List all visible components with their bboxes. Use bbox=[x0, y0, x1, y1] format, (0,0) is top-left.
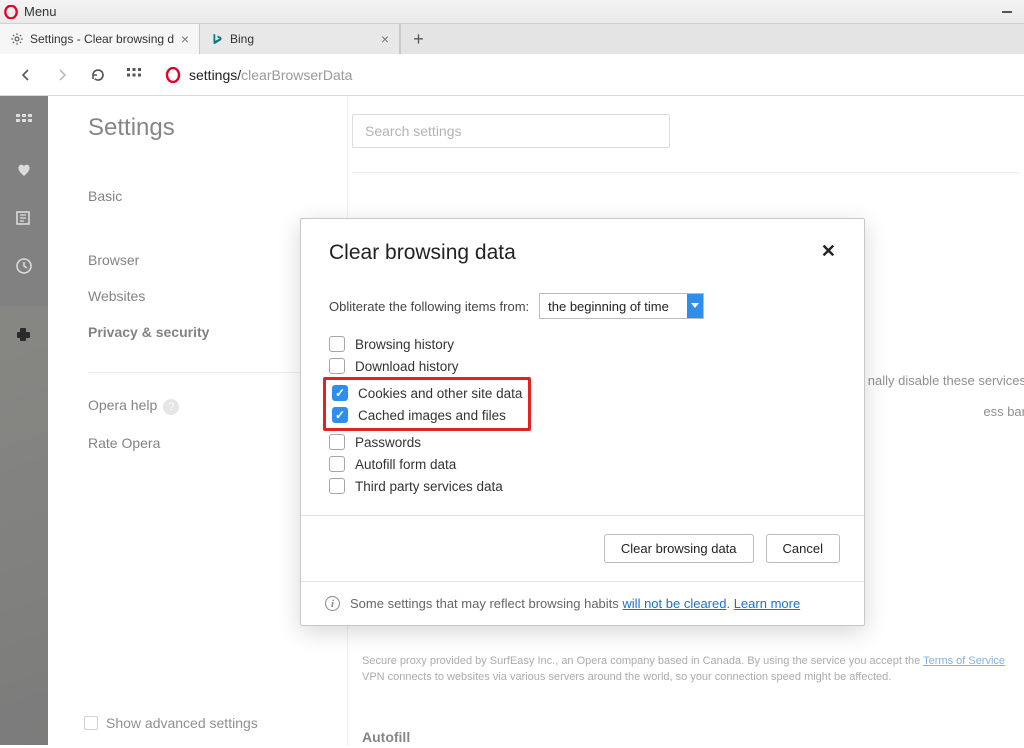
address-text: settings/clearBrowserData bbox=[189, 67, 352, 83]
sidebar-item-browser[interactable]: Browser bbox=[88, 242, 323, 278]
clear-item-label: Cookies and other site data bbox=[358, 386, 522, 401]
clear-item-row[interactable]: Autofill form data bbox=[329, 453, 836, 475]
checkbox[interactable] bbox=[329, 478, 345, 494]
window-minimize-icon[interactable] bbox=[996, 3, 1018, 21]
tab-title: Settings - Clear browsing d bbox=[30, 32, 175, 46]
menu-button[interactable]: Menu bbox=[4, 4, 57, 19]
close-icon[interactable]: × bbox=[181, 31, 189, 47]
back-button[interactable] bbox=[14, 63, 38, 87]
time-range-select[interactable]: the beginning of time bbox=[539, 293, 704, 319]
cancel-button[interactable]: Cancel bbox=[766, 534, 840, 563]
clear-browsing-data-dialog: Clear browsing data ✕ Obliterate the fol… bbox=[300, 218, 865, 626]
sidebar-item-rate[interactable]: Rate Opera bbox=[88, 425, 323, 461]
clear-item-label: Browsing history bbox=[355, 337, 454, 352]
clear-item-row[interactable]: Passwords bbox=[329, 431, 836, 453]
checkbox[interactable] bbox=[329, 358, 345, 374]
terms-of-service-link[interactable]: Terms of Service bbox=[923, 655, 1005, 667]
tab-title: Bing bbox=[230, 32, 375, 46]
speeddial-button[interactable] bbox=[122, 63, 146, 87]
search-settings-input[interactable] bbox=[352, 114, 670, 148]
help-icon: ? bbox=[163, 399, 179, 415]
obliterate-label: Obliterate the following items from: bbox=[329, 299, 529, 314]
new-tab-button[interactable]: + bbox=[400, 24, 436, 54]
show-advanced-settings[interactable]: Show advanced settings bbox=[84, 715, 258, 731]
nav-toolbar: settings/clearBrowserData bbox=[0, 54, 1024, 96]
close-icon[interactable]: ✕ bbox=[821, 241, 836, 262]
sidebar-item-privacy[interactable]: Privacy & security bbox=[88, 314, 323, 350]
clear-item-row[interactable]: ✓ Cached images and files bbox=[332, 404, 522, 426]
vpn-note: Secure proxy provided by SurfEasy Inc., … bbox=[362, 655, 923, 667]
sidebar-item-basic[interactable]: Basic bbox=[88, 178, 323, 214]
clear-item-label: Autofill form data bbox=[355, 457, 456, 472]
sidebar-item-help[interactable]: Opera help? bbox=[88, 387, 323, 425]
extensions-icon[interactable] bbox=[14, 324, 34, 344]
chevron-down-icon bbox=[687, 294, 703, 318]
history-icon[interactable] bbox=[14, 256, 34, 276]
info-icon: i bbox=[325, 596, 340, 611]
menu-label: Menu bbox=[24, 4, 57, 19]
gear-icon bbox=[10, 32, 24, 46]
vpn-note: VPN connects to websites via various ser… bbox=[362, 671, 891, 683]
close-icon[interactable]: × bbox=[381, 31, 389, 47]
checkbox[interactable] bbox=[329, 456, 345, 472]
clear-item-row[interactable]: Download history bbox=[329, 355, 836, 377]
footer-note: Some settings that may reflect browsing … bbox=[350, 596, 800, 611]
tabstrip: Settings - Clear browsing d × Bing × + bbox=[0, 24, 1024, 54]
menubar: Menu bbox=[0, 0, 1024, 24]
clear-item-label: Passwords bbox=[355, 435, 421, 450]
bing-icon bbox=[210, 32, 224, 46]
checkbox[interactable]: ✓ bbox=[332, 407, 348, 423]
news-icon[interactable] bbox=[14, 208, 34, 228]
time-range-value: the beginning of time bbox=[548, 299, 669, 314]
clear-item-row[interactable]: Browsing history bbox=[329, 333, 836, 355]
clear-item-row[interactable]: ✓ Cookies and other site data bbox=[332, 382, 522, 404]
clear-item-label: Download history bbox=[355, 359, 459, 374]
learn-more-link[interactable]: Learn more bbox=[734, 596, 800, 611]
checkbox[interactable] bbox=[329, 434, 345, 450]
clear-item-label: Third party services data bbox=[355, 479, 503, 494]
speeddial-grid-icon[interactable] bbox=[14, 112, 34, 132]
opera-logo-icon bbox=[165, 67, 181, 83]
checkbox-icon[interactable] bbox=[84, 716, 98, 730]
heart-icon[interactable] bbox=[14, 160, 34, 180]
clear-item-label: Cached images and files bbox=[358, 408, 506, 423]
content-area: Settings Basic Browser Websites Privacy … bbox=[0, 96, 1024, 745]
clear-data-items: Browsing history Download history ✓ Cookies… bbox=[329, 333, 836, 497]
highlighted-items-box: ✓ Cookies and other site data ✓ Cached imag… bbox=[323, 377, 531, 431]
show-advanced-label: Show advanced settings bbox=[106, 715, 258, 731]
sidebar-item-websites[interactable]: Websites bbox=[88, 278, 323, 314]
tab-bing[interactable]: Bing × bbox=[200, 24, 400, 54]
will-not-be-cleared-link[interactable]: will not be cleared bbox=[622, 596, 726, 611]
dialog-title: Clear browsing data bbox=[329, 241, 516, 265]
clear-browsing-data-button[interactable]: Clear browsing data bbox=[604, 534, 754, 563]
clear-item-row[interactable]: Third party services data bbox=[329, 475, 836, 497]
reload-button[interactable] bbox=[86, 63, 110, 87]
checkbox[interactable]: ✓ bbox=[332, 385, 348, 401]
opera-logo-icon bbox=[4, 5, 18, 19]
forward-button[interactable] bbox=[50, 63, 74, 87]
checkbox[interactable] bbox=[329, 336, 345, 352]
address-bar[interactable]: settings/clearBrowserData bbox=[158, 60, 1010, 90]
tab-settings[interactable]: Settings - Clear browsing d × bbox=[0, 24, 200, 54]
page-title: Settings bbox=[88, 114, 323, 142]
vertical-sidebar bbox=[0, 96, 48, 745]
